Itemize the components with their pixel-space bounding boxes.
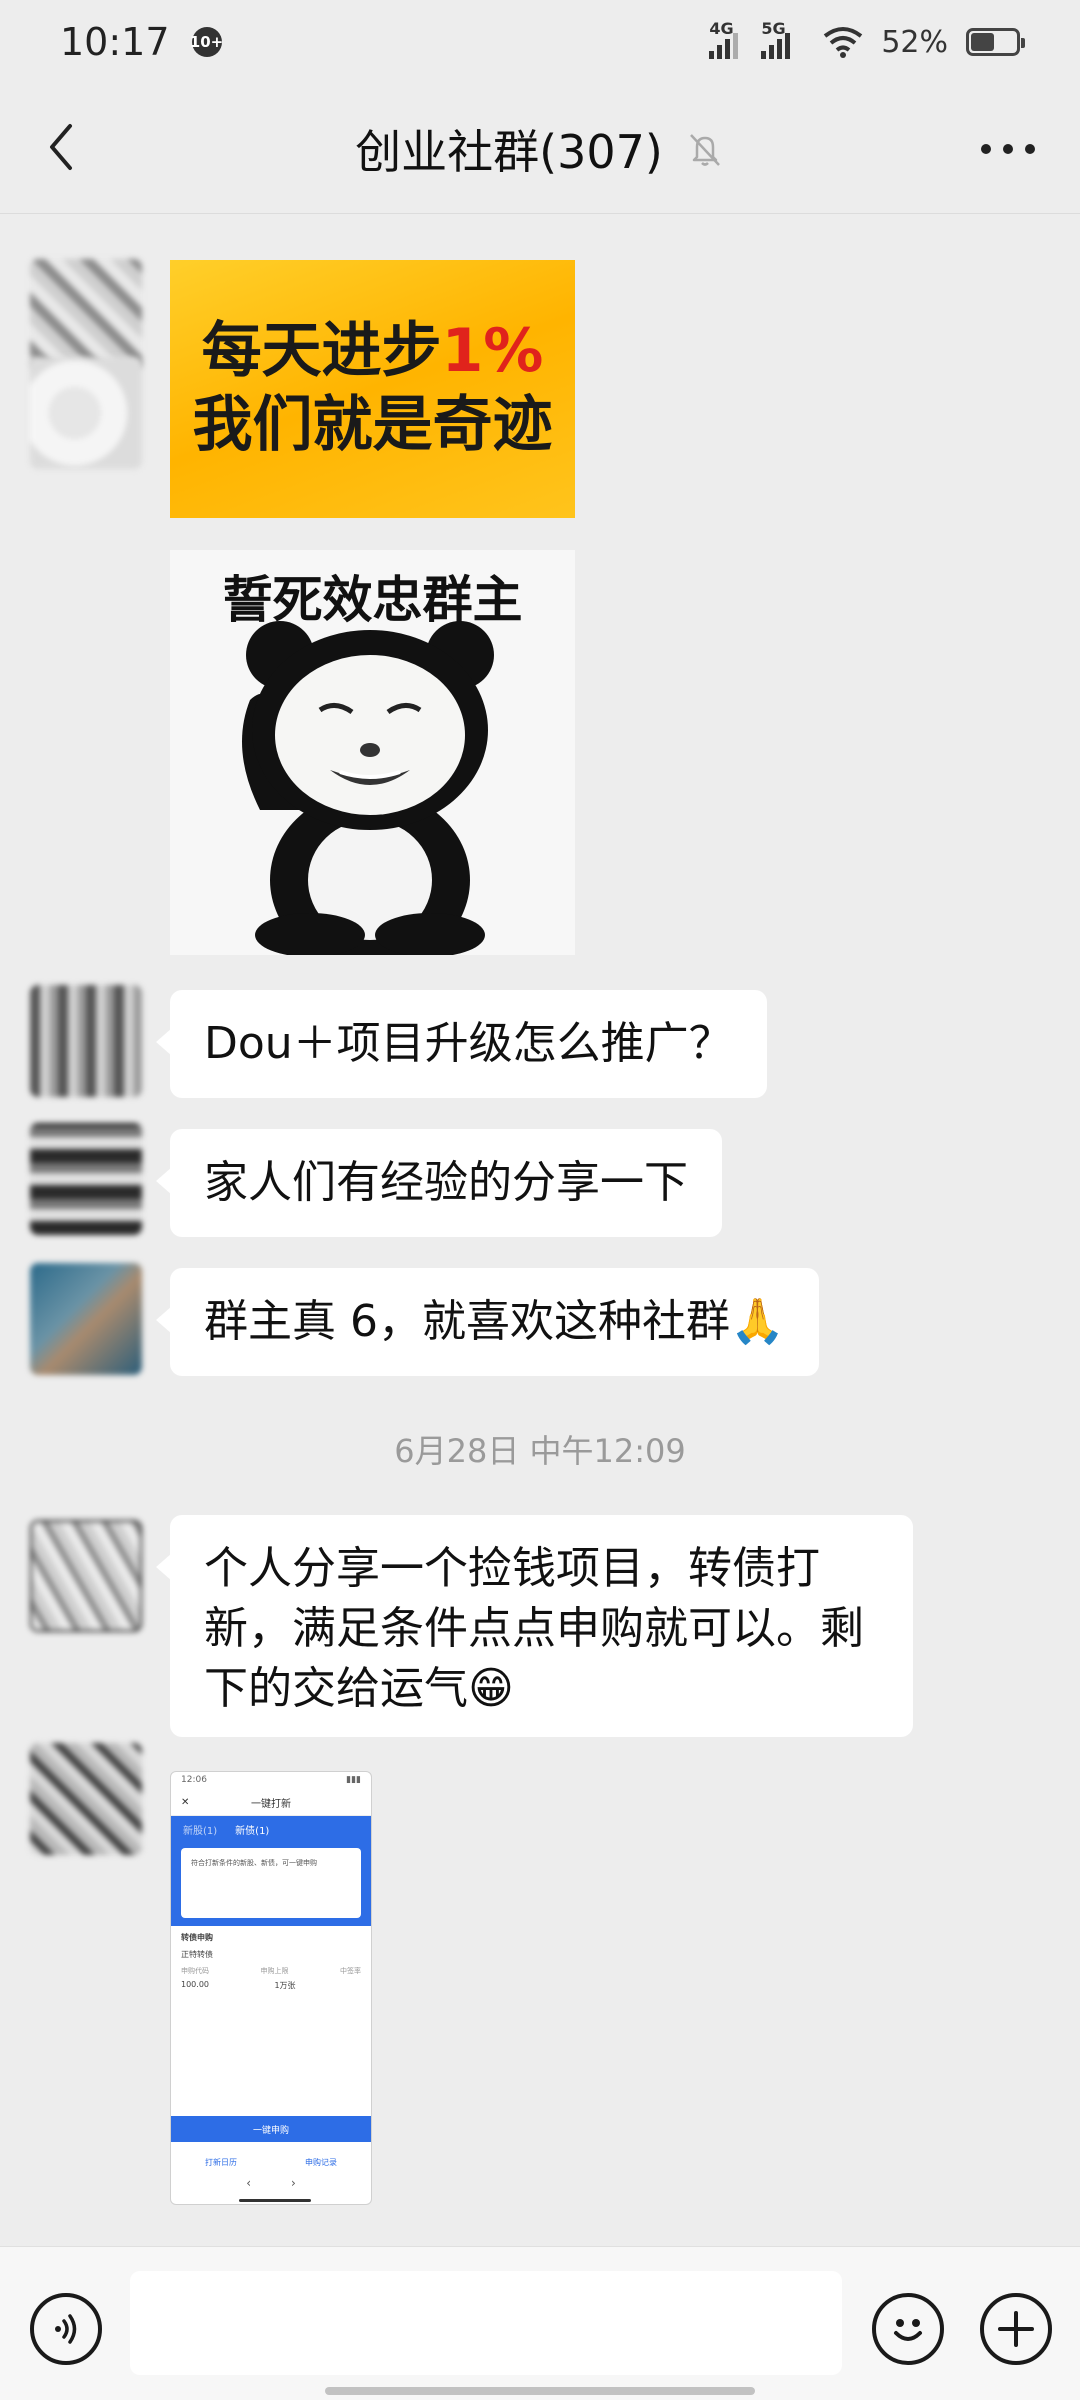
message-list[interactable]: 每天进步1% 我们就是奇迹 誓死效忠群主 Dou＋项目升级怎么推广？ 家人们有经… [0,215,1080,2245]
bell-off-icon [689,133,720,166]
thumb-section: 转债申购 [181,1933,213,1942]
battery-fill [971,33,994,51]
status-bar: 10:17 10+ 4G 5G 52% [0,0,1080,84]
message-bubble[interactable]: 家人们有经验的分享一下 [156,1129,722,1237]
voice-button[interactable] [30,2293,102,2365]
avatar[interactable] [30,1263,142,1375]
message-bubble[interactable]: 群主真 6，就喜欢这种社群🙏 [156,1268,819,1376]
thumb-card: 符合打新条件的新股、新债，可一键申购 [181,1848,361,1918]
avatar[interactable] [30,259,142,371]
timestamp: 6月28日 中午12:09 [394,1432,686,1470]
message-text: 群主真 6，就喜欢这种社群🙏 [204,1296,785,1347]
more-button[interactable] [976,124,1040,174]
signal-4g-icon: 4G [709,19,743,59]
chat-header: 创业社群(307) [0,84,1080,214]
emoji-icon [894,2319,922,2341]
back-button[interactable] [34,120,88,174]
home-indicator[interactable] [325,2387,755,2395]
message-bubble[interactable]: 个人分享一个捡钱项目，转债打新，满足条件点点申购就可以。剩下的交给运气😁 [156,1515,913,1737]
avatar[interactable] [30,1123,142,1235]
add-button[interactable] [980,2293,1052,2365]
status-icons: 4G 5G 52% [709,19,1025,60]
message-text: Dou＋项目升级怎么推广？ [204,1018,733,1069]
panda-meme-icon [242,621,494,955]
emoji-button[interactable] [872,2293,944,2365]
message-bubble[interactable]: Dou＋项目升级怎么推广？ [156,990,767,1098]
avatar[interactable] [30,985,142,1097]
battery-percent: 52% [881,24,948,60]
chat-title: 创业社群(307) [355,124,663,179]
sticker-panda[interactable]: 誓死效忠群主 [170,550,575,955]
wifi-icon [824,27,863,58]
avatar[interactable] [30,1520,142,1632]
chevron-left-icon [50,124,72,170]
sticker-progress[interactable]: 每天进步1% 我们就是奇迹 [170,260,575,518]
screenshot-image[interactable]: 12:06 ▮▮▮ ✕ 一键打新 新股(1) 新债(1) 符合打新条件的新股、新债… [170,1771,372,2205]
plus-icon [998,2311,1034,2347]
thumb-time: 12:06 [181,1775,207,1785]
signal-5g-icon: 5G [761,19,805,59]
thumb-stock: 正特转债 [181,1950,213,1959]
thumb-tab1: 新股(1) [183,1826,218,1837]
thumb-button: 一键申购 [171,2116,371,2142]
thumb-tab2: 新债(1) [235,1826,270,1837]
status-time: 10:17 [60,20,170,64]
sticker-text-accent: 1% [441,316,544,386]
avatar[interactable] [30,357,142,469]
avatar[interactable] [30,1743,142,1855]
thumb-title: 一键打新 [251,1799,291,1810]
sticker-text-line1: 每天进步 [201,316,442,386]
title-group: 创业社群(307) [355,116,725,182]
notification-badge: 10+ [190,27,223,57]
voice-icon [55,2314,77,2344]
sticker-text-line2: 我们就是奇迹 [192,390,553,460]
input-bar [0,2246,1080,2400]
message-text: 个人分享一个捡钱项目，转债打新，满足条件点点申购就可以。剩下的交给运气😁 [204,1543,864,1714]
battery-icon [966,28,1025,56]
message-input[interactable] [130,2271,842,2375]
more-horizontal-icon [981,144,1035,154]
message-text: 家人们有经验的分享一下 [204,1157,688,1208]
